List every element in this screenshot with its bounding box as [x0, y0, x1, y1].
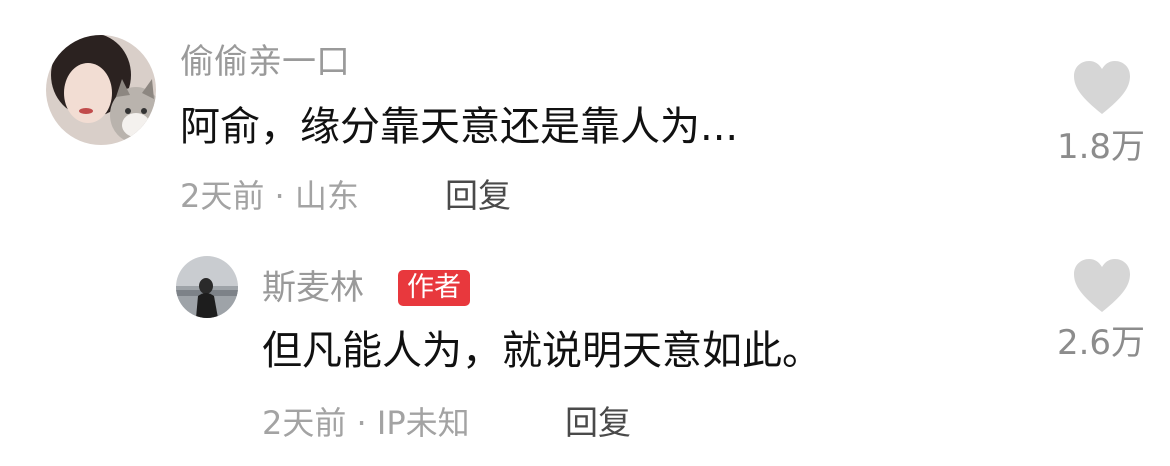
reply-button[interactable]: 回复: [445, 176, 511, 216]
like-count: 1.8万: [1056, 127, 1146, 167]
replier-avatar[interactable]: [176, 256, 238, 318]
like-count: 2.6万: [1056, 323, 1146, 363]
avatar-person-by-sea-icon: [176, 256, 238, 318]
commenter-avatar[interactable]: [46, 35, 156, 145]
reply-meta: 2天前 · IP未知: [262, 404, 470, 442]
replier-username[interactable]: 斯麦林: [262, 268, 364, 308]
heart-icon[interactable]: [1072, 60, 1132, 116]
reply-text: 但凡能人为，就说明天意如此。: [262, 328, 822, 374]
author-badge: 作者: [398, 270, 470, 306]
heart-icon[interactable]: [1072, 258, 1132, 314]
commenter-username[interactable]: 偷偷亲一口: [180, 42, 350, 82]
avatar-woman-with-cat-icon: [46, 35, 156, 145]
reply-button[interactable]: 回复: [565, 403, 631, 443]
comment-meta: 2天前 · 山东: [180, 177, 359, 215]
comment-text: 阿俞，缘分靠天意还是靠人为...: [180, 104, 739, 150]
